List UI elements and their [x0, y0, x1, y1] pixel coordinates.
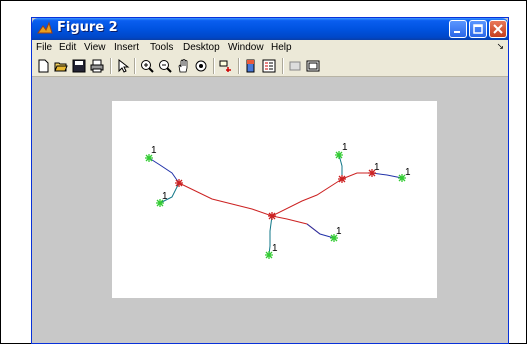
maximize-button[interactable]: [469, 20, 487, 38]
close-button[interactable]: [489, 20, 507, 38]
hide-plot-tools-icon[interactable]: [288, 59, 302, 73]
pan-hand-icon[interactable]: [176, 59, 190, 73]
new-figure-icon[interactable]: [36, 59, 50, 73]
hub-node: [175, 179, 183, 187]
toolbar-separator: [110, 58, 112, 74]
node-label: 1: [272, 243, 278, 254]
node-label: 1: [374, 162, 380, 173]
toolbar-separator: [134, 58, 136, 74]
minimize-button[interactable]: [449, 20, 467, 38]
menu-bar: File Edit View Insert Tools Desktop Wind…: [32, 40, 508, 56]
node-label: 1: [336, 226, 342, 237]
menu-edit[interactable]: Edit: [59, 42, 76, 53]
arrow-pointer-icon[interactable]: [116, 59, 130, 73]
print-icon[interactable]: [90, 59, 104, 73]
menu-tools[interactable]: Tools: [150, 42, 173, 53]
trunk-edge: [178, 178, 343, 217]
open-file-icon[interactable]: [54, 59, 68, 73]
menu-desktop[interactable]: Desktop: [183, 42, 220, 53]
plot-axes: 1 1 1 1 1 1 1: [112, 101, 437, 298]
rotate-3d-icon[interactable]: [194, 59, 208, 73]
legend-icon[interactable]: [262, 59, 276, 73]
node-label: 1: [405, 167, 411, 178]
node-label: 1: [342, 142, 348, 153]
hub-node: [268, 212, 276, 220]
figure-window: Figure 2 File Edit View Insert Tools Des…: [31, 17, 509, 344]
toolbar-separator: [282, 58, 284, 74]
zoom-out-icon[interactable]: [158, 59, 172, 73]
minimize-icon: [454, 31, 460, 33]
dock-arrow-icon[interactable]: ↘: [496, 41, 504, 52]
toolbar-separator: [238, 58, 240, 74]
save-icon[interactable]: [72, 59, 86, 73]
branch-edge: [148, 157, 180, 184]
node-label: 1: [162, 191, 168, 202]
node-label: 1: [151, 145, 157, 156]
close-icon: [493, 24, 503, 34]
menu-help[interactable]: Help: [271, 42, 292, 53]
branch-edge: [371, 172, 403, 179]
branch-edge: [271, 215, 321, 235]
toolbar: [32, 56, 508, 77]
menu-window[interactable]: Window: [228, 42, 264, 53]
show-plot-tools-icon[interactable]: [306, 59, 320, 73]
hub-node: [338, 175, 346, 183]
toolbar-separator: [213, 58, 215, 74]
trunk-edge: [341, 172, 372, 180]
menu-file[interactable]: File: [36, 42, 52, 53]
maximize-icon: [473, 24, 483, 34]
menu-insert[interactable]: Insert: [114, 42, 139, 53]
menu-view[interactable]: View: [84, 42, 106, 53]
zoom-in-icon[interactable]: [140, 59, 154, 73]
matlab-icon: [37, 21, 53, 34]
window-title: Figure 2: [57, 20, 118, 35]
title-bar[interactable]: Figure 2: [32, 18, 508, 40]
branch-edge: [306, 223, 335, 239]
data-cursor-icon[interactable]: [219, 59, 233, 73]
colorbar-icon[interactable]: [244, 59, 258, 73]
